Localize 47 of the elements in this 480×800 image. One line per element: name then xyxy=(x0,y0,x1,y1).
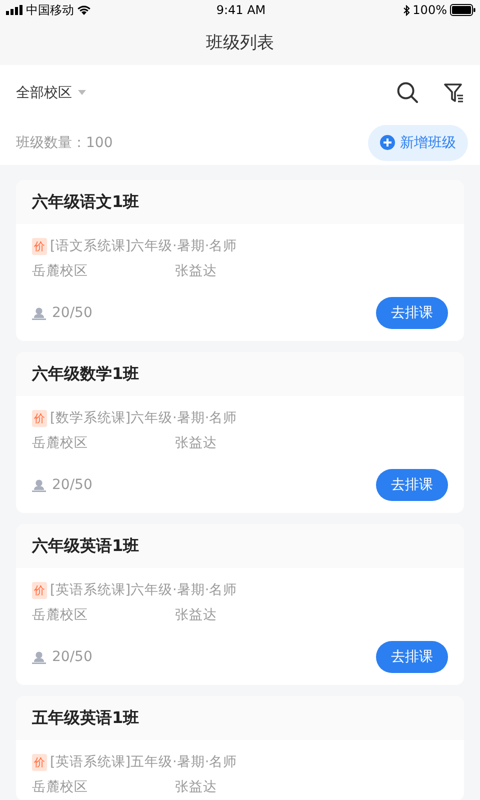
bluetooth-icon xyxy=(402,4,410,16)
teacher-name: 张益达 xyxy=(175,606,217,622)
class-card[interactable]: 六年级英语1班 价 [英语系统课]六年级·暑期·名师 岳麓校区 张益达 20/50 去排课 xyxy=(16,524,464,685)
schedule-button[interactable]: 去排课 xyxy=(376,469,448,501)
class-name: 五年级英语1班 xyxy=(32,708,140,728)
student-icon xyxy=(32,650,46,664)
schedule-button[interactable]: 去排课 xyxy=(376,641,448,673)
campus-name: 岳麓校区 xyxy=(32,778,89,794)
enrollment-count: 20/50 xyxy=(52,649,92,665)
price-tag: 价 xyxy=(32,582,47,598)
campus-name: 岳麓校区 xyxy=(32,434,89,450)
status-time: 9:41 AM xyxy=(216,3,266,17)
student-icon xyxy=(32,306,46,320)
filter-icon[interactable] xyxy=(444,82,464,102)
class-card[interactable]: 六年级数学1班 价 [数学系统课]六年级·暑期·名师 岳麓校区 张益达 20/50 去排课 xyxy=(16,352,464,513)
campus-dropdown[interactable]: 全部校区 xyxy=(16,84,86,102)
search-icon[interactable] xyxy=(397,82,418,103)
battery-level: 100% xyxy=(412,3,447,17)
carrier-name: 中国移动 xyxy=(26,2,74,18)
battery-icon xyxy=(450,4,476,16)
plus-icon xyxy=(380,135,395,150)
course-name: [数学系统课]六年级·暑期·名师 xyxy=(50,409,238,427)
price-tag: 价 xyxy=(32,754,47,770)
teacher-name: 张益达 xyxy=(175,262,217,278)
class-name: 六年级语文1班 xyxy=(32,192,140,212)
course-name: [英语系统课]五年级·暑期·名师 xyxy=(50,753,238,771)
class-card[interactable]: 六年级语文1班 价 [语文系统课]六年级·暑期·名师 岳麓校区 张益达 20/50 去排课 xyxy=(16,180,464,341)
caret-icon xyxy=(78,90,86,95)
campus-name: 岳麓校区 xyxy=(32,262,89,278)
course-name: [英语系统课]六年级·暑期·名师 xyxy=(50,581,238,599)
class-count: 班级数量：100 xyxy=(16,134,114,152)
student-icon xyxy=(32,478,46,492)
class-name: 六年级英语1班 xyxy=(32,536,140,556)
wifi-icon xyxy=(77,5,91,15)
enrollment-count: 20/50 xyxy=(52,305,92,321)
teacher-name: 张益达 xyxy=(175,434,217,450)
course-name: [语文系统课]六年级·暑期·名师 xyxy=(50,237,238,255)
signal-icon xyxy=(6,5,23,15)
price-tag: 价 xyxy=(32,410,47,426)
class-name: 六年级数学1班 xyxy=(32,364,140,384)
class-card[interactable]: 五年级英语1班 价 [英语系统课]五年级·暑期·名师 岳麓校区 张益达 xyxy=(16,696,464,800)
teacher-name: 张益达 xyxy=(175,778,217,794)
page-title: 班级列表 xyxy=(206,32,274,54)
schedule-button[interactable]: 去排课 xyxy=(376,297,448,329)
price-tag: 价 xyxy=(32,238,47,254)
campus-name: 岳麓校区 xyxy=(32,606,89,622)
enrollment-count: 20/50 xyxy=(52,477,92,493)
